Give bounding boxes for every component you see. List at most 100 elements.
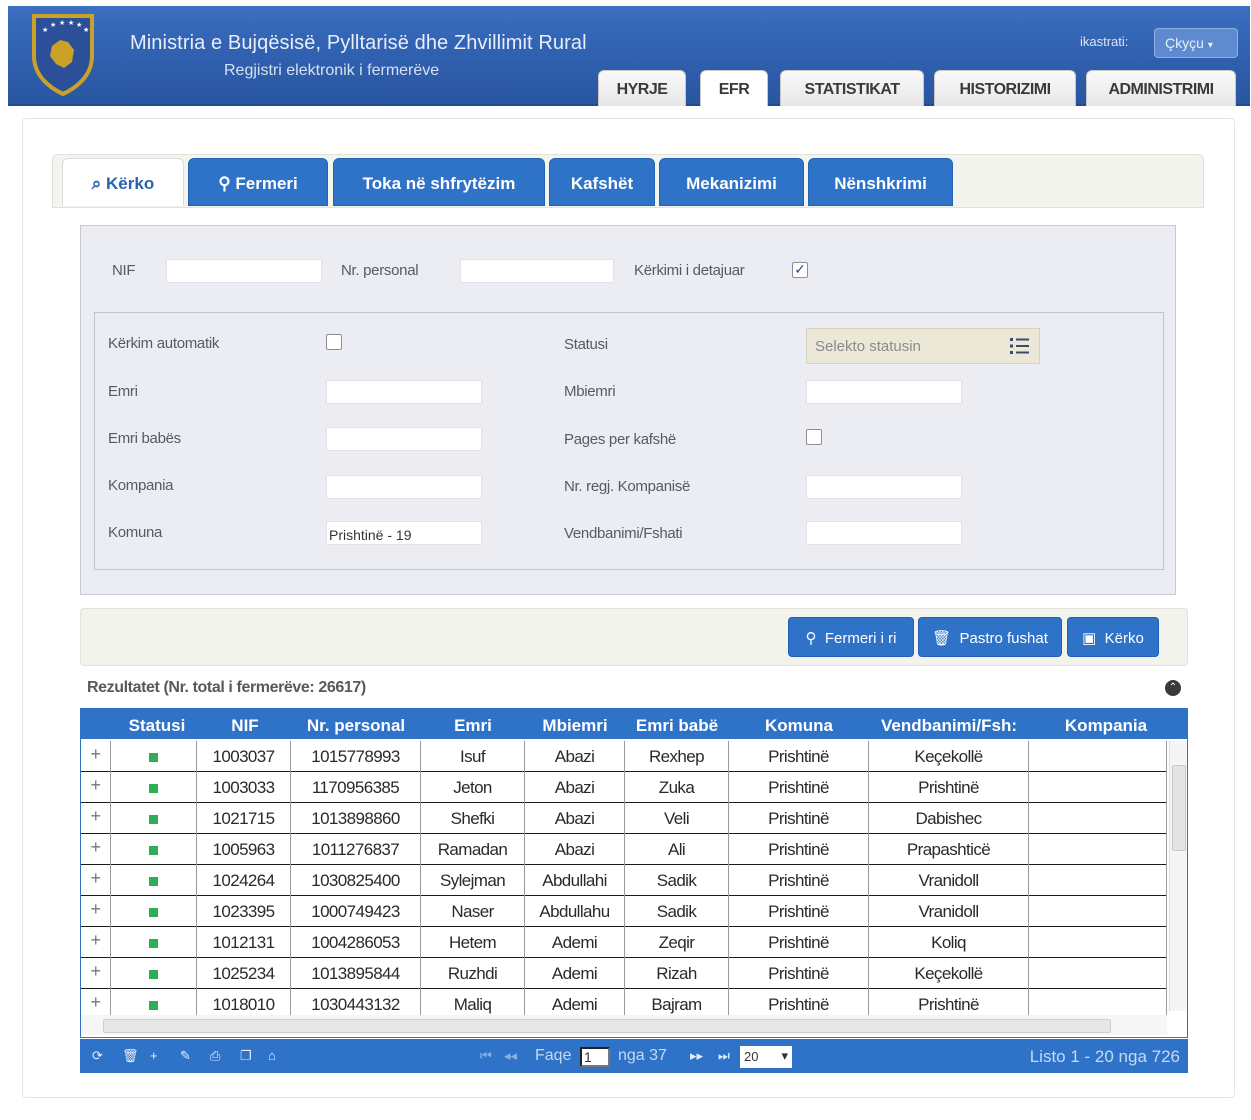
nif-input[interactable] [166,259,322,283]
table-row[interactable]: +1025234 1013895844 Ruzhdi Ademi Rizah Prisht… [81,958,1167,989]
table-cell: Zeqir [625,927,729,958]
table-cell: 1030825400 [291,865,421,896]
search-button[interactable]: ▣ Kërko [1067,617,1159,657]
status-cell [111,865,197,896]
clear-fields-button[interactable]: 🗑 Pastro fushat [918,617,1062,657]
tab-administrimi[interactable]: ADMINISTRIMI [1086,70,1236,106]
column-header-personal[interactable]: Nr. personal [291,709,421,739]
village-input[interactable] [806,521,962,545]
expand-row-icon[interactable]: + [81,958,111,989]
tab-kerko[interactable]: ⌕ Kërko [62,158,184,206]
chevron-down-icon: ▾ [781,1048,788,1063]
table-cell: Prishtinë [729,896,869,927]
tab-fermeri-label: Fermeri [235,174,298,193]
tab-mekanizimi[interactable]: Mekanizimi [659,158,804,206]
table-cell: Ramadan [421,834,525,865]
column-header-name[interactable]: Emri [421,709,525,739]
name-input[interactable] [326,380,482,404]
father-name-input[interactable] [326,427,482,451]
status-select[interactable]: Selekto statusin [806,328,1040,364]
edit-icon[interactable]: ✎ [180,1048,191,1064]
tab-historizimi[interactable]: HISTORIZIMI [934,70,1076,106]
username-label: ikastrati: [1080,34,1129,49]
column-header-village[interactable]: Vendbanimi/Fsh: [869,709,1029,739]
column-header-status[interactable]: Statusi [117,709,197,739]
user-icon: ⚲ [805,630,817,647]
next-page-icon[interactable]: ▸▸ [690,1048,703,1064]
surname-input[interactable] [806,380,962,404]
expand-row-icon[interactable]: + [81,927,111,958]
tab-hyrje[interactable]: HYRJE [598,70,686,106]
company-reg-label: Nr. regj. Kompanisë [564,478,691,495]
tab-toka[interactable]: Toka në shfrytëzim [333,158,545,206]
last-page-icon[interactable]: ⏭ [718,1048,730,1064]
table-cell: 1013898860 [291,803,421,834]
status-cell [111,927,197,958]
page-label: Faqe [535,1047,572,1064]
horizontal-scrollbar[interactable] [81,1015,1167,1035]
table-row[interactable]: +1024264 1030825400 Sylejman Abdullahi Sadik… [81,865,1167,896]
column-header-surname[interactable]: Mbiemri [525,709,625,739]
expand-row-icon[interactable]: + [81,896,111,927]
expand-row-icon[interactable]: + [81,803,111,834]
trash-icon[interactable]: 🗑 [122,1048,139,1064]
new-farmer-button[interactable]: ⚲ Fermeri i ri [788,617,914,657]
tab-nenshkrimi[interactable]: Nënshkrimi [808,158,953,206]
collapse-icon[interactable]: ⌃ [1165,680,1181,696]
logout-label: Çkyçu [1165,35,1204,51]
status-active-icon [149,939,158,948]
table-row[interactable]: +1023395 1000749423 Naser Abdullahu Sadik Pri… [81,896,1167,927]
app-title: Ministria e Bujqësisë, Pylltarisë dhe Zh… [130,32,587,54]
table-row[interactable]: +1012131 1004286053 Hetem Ademi Zeqir Prishti… [81,927,1167,958]
expand-row-icon[interactable]: + [81,834,111,865]
expand-row-icon[interactable]: + [81,772,111,803]
tab-kafshet[interactable]: Kafshët [549,158,655,206]
table-cell: Dabishec [869,803,1029,834]
status-active-icon [149,846,158,855]
copy-icon[interactable]: ❐ [240,1048,252,1064]
column-header-nif[interactable]: NIF [199,709,291,739]
list-icon [1010,338,1029,354]
expand-row-icon[interactable]: + [81,741,111,772]
expand-row-icon[interactable]: + [81,865,111,896]
detailed-search-checkbox[interactable]: ✓ [792,262,808,278]
table-row[interactable]: +1003037 1015778993 Isuf Abazi Rexhep Prishti… [81,741,1167,772]
auto-search-checkbox[interactable] [326,334,342,350]
first-page-icon[interactable]: ⏮ [480,1048,492,1064]
company-reg-input[interactable] [806,475,962,499]
table-row[interactable]: +1005963 1011276837 Ramadan Abazi Ali Prishti… [81,834,1167,865]
page-size-select[interactable]: 20 ▾ [740,1046,792,1068]
print-icon[interactable]: ⎙ [210,1048,220,1064]
column-header-company[interactable]: Kompania [1029,709,1183,739]
table-cell: Keçekollë [869,741,1029,772]
add-icon[interactable]: + [150,1048,158,1063]
results-title: Rezultatet (Nr. total i fermerëve: 26617… [87,679,366,696]
table-cell: Prishtinë [729,834,869,865]
company-input[interactable] [326,475,482,499]
export-icon[interactable]: ⌂ [268,1048,276,1063]
prev-page-icon[interactable]: ◂◂ [504,1048,517,1064]
status-cell [111,958,197,989]
personal-number-input[interactable] [460,259,614,283]
tab-statistikat[interactable]: STATISTIKAT [780,70,924,106]
municipality-input[interactable] [326,521,482,545]
column-header-municipality[interactable]: Komuna [729,709,869,739]
status-cell [111,772,197,803]
table-row[interactable]: +1021715 1013898860 Shefki Abazi Veli Prishti… [81,803,1167,834]
animal-payment-checkbox[interactable] [806,429,822,445]
app-subtitle: Regjistri elektronik i fermerëve [224,62,440,79]
column-header-father[interactable]: Emri babë [625,709,729,739]
scrollbar-thumb[interactable] [103,1019,1111,1033]
tab-efr[interactable]: EFR [700,70,768,106]
tab-fermeri[interactable]: ⚲ Fermeri [188,158,328,206]
table-cell: 1005963 [197,834,291,865]
table-cell: Ruzhdi [421,958,525,989]
vertical-scrollbar[interactable] [1169,741,1187,1011]
refresh-icon[interactable]: ⟳ [92,1048,103,1064]
table-cell: Prishtinë [729,803,869,834]
logout-button[interactable]: Çkyçu ▾ [1154,28,1238,58]
table-row[interactable]: +1003033 1170956385 Jeton Abazi Zuka Prishtin… [81,772,1167,803]
page-input[interactable] [580,1047,610,1067]
table-cell: 1015778993 [291,741,421,772]
scrollbar-thumb[interactable] [1172,765,1186,851]
